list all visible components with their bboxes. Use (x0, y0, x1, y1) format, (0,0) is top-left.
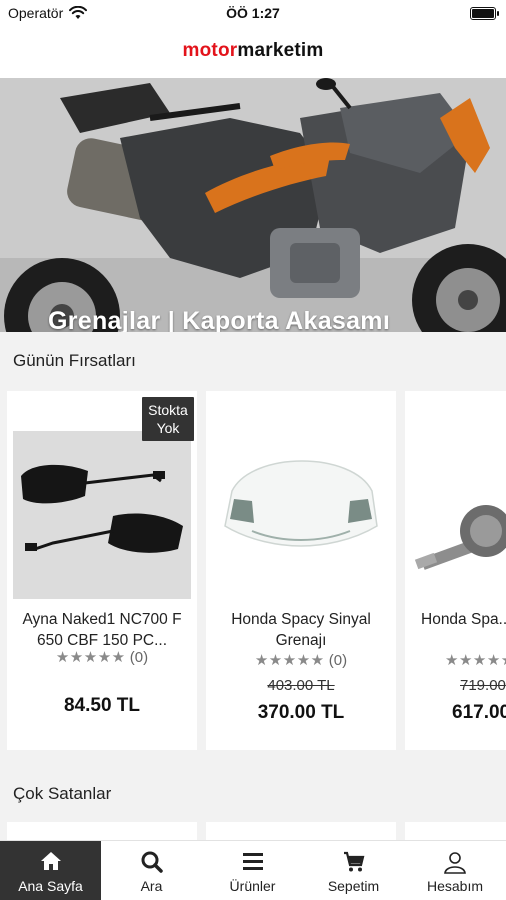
status-bar: Operatör ÖÖ 1:27 (0, 0, 506, 28)
app-screen: Operatör ÖÖ 1:27 motormarketim Grenajlar… (0, 0, 506, 900)
product-name: Honda Spacy Sinyal Grenajı (231, 611, 371, 649)
home-icon (40, 852, 61, 870)
product-card[interactable]: Honda Spa... - Bily... ★★★★★ 719.00 617.… (405, 391, 506, 750)
motorcycle-image (0, 78, 506, 332)
tab-label: Sepetim (327, 878, 380, 894)
tab-account[interactable]: Hesabım (404, 841, 506, 900)
old-price: 403.00 TL (267, 677, 335, 694)
search-icon (141, 851, 163, 873)
review-count: (0) (129, 649, 149, 666)
product-image-headlight-cover (212, 431, 390, 599)
out-of-stock-badge: Stokta Yok (142, 397, 194, 441)
brand-logo[interactable]: motormarketim (0, 40, 506, 62)
product-card[interactable]: Stokta Yok Ayna Naked1 NC700 F 650 CBF 1… (7, 391, 197, 750)
battery-icon (470, 7, 499, 20)
clock: ÖÖ 1:27 (226, 5, 280, 21)
product-rating: ★★★★★ (0) (7, 648, 197, 666)
tab-label: Ana Sayfa (18, 878, 83, 894)
user-icon (444, 852, 466, 874)
tab-label: Ürünler (229, 878, 276, 894)
banner-title: Grenajlar | Kaporta Akasamı (48, 307, 391, 332)
product-price: 370.00 TL (257, 702, 345, 723)
cart-icon (343, 851, 364, 872)
product-image-crankshaft (411, 431, 506, 599)
product-image-mirror (13, 431, 191, 599)
deals-section-title: Günün Fırsatları (13, 351, 136, 370)
star-rating-icon: ★★★★★ (254, 652, 325, 669)
product-rating: ★★★★★ (0) (206, 651, 396, 669)
tab-label: Hesabım (426, 878, 484, 894)
tab-label: Ara (140, 878, 163, 894)
logo-part-motor: motor (182, 40, 238, 61)
review-count: (0) (328, 652, 348, 669)
product-price: 617.00 (452, 702, 506, 723)
star-rating-icon: ★★★★★ (55, 649, 126, 666)
product-name: Ayna Naked1 NC700 F 650 CBF 150 PC... (22, 611, 182, 649)
menu-icon (242, 853, 263, 870)
bottom-tab-bar: Ana Sayfa Ara Ürünler Sepetim Hesabım (0, 840, 506, 900)
promo-banner[interactable]: Grenajlar | Kaporta Akasamı (0, 78, 506, 332)
app-header: motormarketim (0, 28, 506, 78)
best-sellers-section-title: Çok Satanlar (13, 784, 112, 803)
product-card[interactable]: Honda Spacy Sinyal Grenajı ★★★★★ (0) 403… (206, 391, 396, 750)
product-rating: ★★★★★ (445, 651, 506, 669)
tab-search[interactable]: Ara (101, 841, 202, 900)
tab-home[interactable]: Ana Sayfa (0, 841, 101, 900)
old-price: 719.00 (460, 677, 506, 694)
product-price: 84.50 TL (63, 695, 141, 716)
logo-part-marketim: marketim (237, 40, 324, 61)
star-rating-icon: ★★★★★ (445, 652, 506, 669)
tab-cart[interactable]: Sepetim (303, 841, 404, 900)
tab-products[interactable]: Ürünler (202, 841, 303, 900)
product-name: Honda Spa... - Bily... (421, 611, 506, 628)
